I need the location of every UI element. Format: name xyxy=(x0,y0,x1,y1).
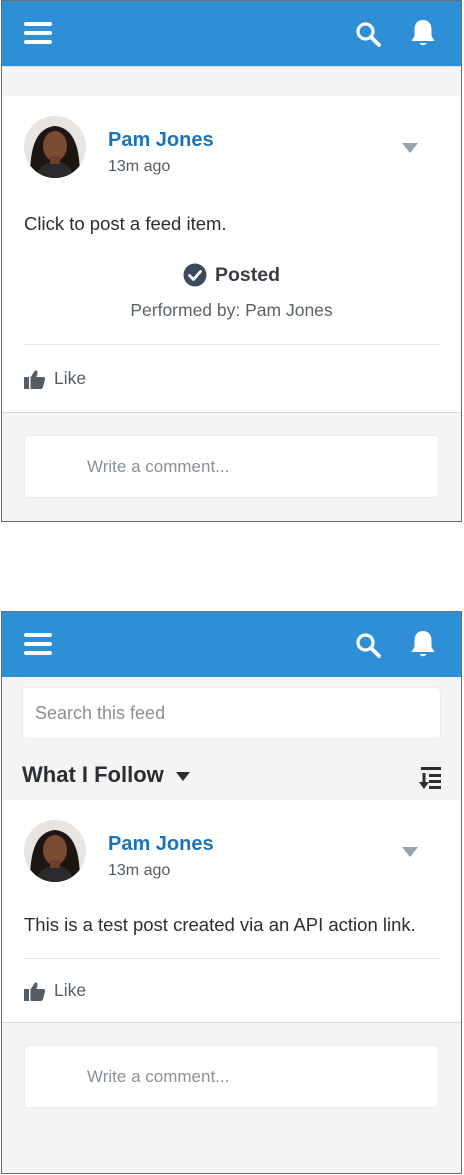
chevron-down-icon[interactable] xyxy=(402,847,418,857)
comment-input[interactable] xyxy=(87,1046,387,1107)
check-circle-icon xyxy=(183,263,207,287)
feed-search-box[interactable] xyxy=(22,687,441,739)
top-nav-bar xyxy=(2,612,461,677)
feed-item: Pam Jones 13m ago This is a test post cr… xyxy=(2,800,461,1023)
post-author-link[interactable]: Pam Jones xyxy=(108,129,214,152)
like-button[interactable]: Like xyxy=(24,980,86,1001)
search-icon[interactable] xyxy=(355,21,381,47)
feed-filter-dropdown[interactable]: What I Follow xyxy=(22,762,190,788)
comment-section xyxy=(2,1023,461,1108)
bell-icon[interactable] xyxy=(409,629,437,659)
sort-icon[interactable] xyxy=(418,764,444,790)
avatar[interactable] xyxy=(24,116,86,178)
avatar[interactable] xyxy=(24,820,86,882)
post-timestamp[interactable]: 13m ago xyxy=(108,862,170,880)
feed-item-header: Pam Jones 13m ago xyxy=(2,96,461,186)
performed-by-text: Performed by: Pam Jones xyxy=(130,300,333,320)
comment-box[interactable] xyxy=(24,1045,439,1108)
bell-icon[interactable] xyxy=(409,18,437,48)
post-actions: Like xyxy=(2,959,461,1023)
comment-box[interactable] xyxy=(24,435,439,498)
chevron-down-icon xyxy=(175,772,190,781)
comment-input[interactable] xyxy=(87,436,387,497)
thumbs-up-icon xyxy=(24,369,46,389)
action-link-status: Posted Performed by: Pam Jones xyxy=(2,263,461,321)
thumbs-up-icon xyxy=(24,981,46,1001)
like-label: Like xyxy=(54,980,87,1000)
like-button[interactable]: Like xyxy=(24,368,86,389)
post-actions: Like xyxy=(2,345,461,413)
feed-filter-label: What I Follow xyxy=(22,762,164,787)
post-timestamp[interactable]: 13m ago xyxy=(108,158,170,176)
feed-search-input[interactable] xyxy=(35,688,415,738)
feed-filter-bar: What I Follow xyxy=(2,754,461,800)
feed-item-header: Pam Jones 13m ago xyxy=(2,800,461,890)
post-text: Click to post a feed item. xyxy=(24,213,227,234)
top-nav-bar xyxy=(2,1,461,66)
feed-item: Pam Jones 13m ago Click to post a feed i… xyxy=(2,96,461,413)
menu-icon[interactable] xyxy=(24,22,52,44)
status-label: Posted xyxy=(214,263,280,286)
chevron-down-icon[interactable] xyxy=(402,143,418,153)
menu-icon[interactable] xyxy=(24,633,52,655)
search-icon[interactable] xyxy=(355,632,381,658)
like-label: Like xyxy=(54,368,87,388)
post-author-link[interactable]: Pam Jones xyxy=(108,833,214,856)
feed-search-section xyxy=(2,677,461,754)
screen-post-detail: Pam Jones 13m ago Click to post a feed i… xyxy=(1,0,462,522)
screen-feed: What I Follow Pam Jones 1 xyxy=(1,611,462,1174)
feed-spacer xyxy=(2,66,461,96)
post-text: This is a test post created via an API a… xyxy=(24,914,416,935)
comment-section xyxy=(2,413,461,498)
